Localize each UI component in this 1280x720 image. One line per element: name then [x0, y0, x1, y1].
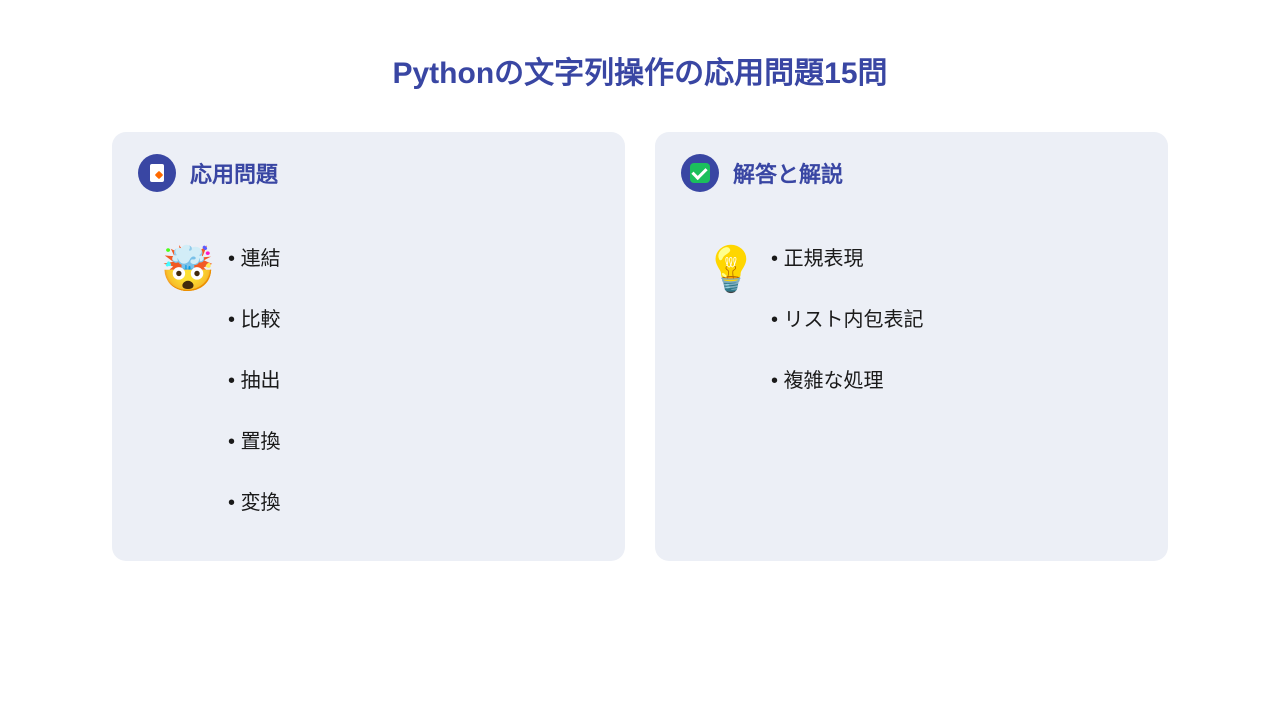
list-item: 比較 [228, 287, 281, 348]
list-item: 置換 [228, 409, 281, 470]
cards-container: 応用問題 🤯 連結 比較 抽出 置換 変換 解答と解説 💡 正規表現 リスト内包… [0, 132, 1280, 561]
card-header: 応用問題 [138, 154, 599, 192]
card-body: 🤯 連結 比較 抽出 置換 変換 [138, 220, 599, 531]
list-item: 連結 [228, 226, 281, 287]
card-problems: 応用問題 🤯 連結 比較 抽出 置換 変換 [112, 132, 625, 561]
topic-list: 連結 比較 抽出 置換 変換 [228, 220, 281, 531]
page-title: Pythonの文字列操作の応用問題15問 [0, 0, 1280, 132]
list-item: リスト内包表記 [771, 287, 924, 348]
check-icon [681, 154, 719, 192]
card-title: 解答と解説 [733, 157, 843, 189]
mind-blown-icon: 🤯 [158, 248, 218, 292]
lightbulb-icon: 💡 [701, 248, 761, 292]
card-answers: 解答と解説 💡 正規表現 リスト内包表記 複雑な処理 [655, 132, 1168, 561]
document-icon [138, 154, 176, 192]
list-item: 複雑な処理 [771, 348, 924, 409]
list-item: 正規表現 [771, 226, 924, 287]
list-item: 変換 [228, 470, 281, 531]
list-item: 抽出 [228, 348, 281, 409]
topic-list: 正規表現 リスト内包表記 複雑な処理 [771, 220, 924, 409]
card-body: 💡 正規表現 リスト内包表記 複雑な処理 [681, 220, 1142, 409]
card-title: 応用問題 [190, 157, 278, 189]
card-header: 解答と解説 [681, 154, 1142, 192]
